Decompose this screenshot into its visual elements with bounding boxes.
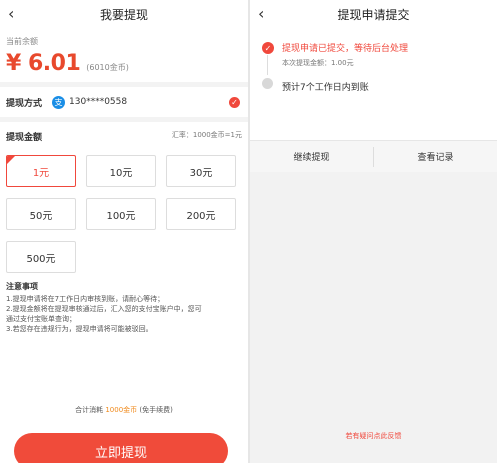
feedback-link[interactable]: 若有疑问点此反馈 bbox=[250, 431, 497, 441]
amount-option-200[interactable]: 200元 bbox=[166, 198, 236, 230]
balance-amount: ¥ 6.01 bbox=[6, 51, 81, 76]
notes-line: 2.提现金额将在提现审核通过后，汇入您的支付宝账户中，您可 bbox=[6, 305, 202, 313]
back-icon[interactable]: ‹ bbox=[258, 4, 264, 23]
amount-option-30[interactable]: 30元 bbox=[166, 155, 236, 187]
footer: 合计消耗 1000金币 (免手续费) 立即提现 bbox=[0, 405, 248, 463]
continue-withdraw-button[interactable]: 继续提现 bbox=[250, 141, 373, 172]
total-cost: 合计消耗 1000金币 (免手续费) bbox=[0, 405, 248, 415]
amount-option-10[interactable]: 10元 bbox=[86, 155, 156, 187]
withdraw-method-row[interactable]: 提现方式 支 130****0558 ✓ bbox=[0, 87, 248, 117]
method-label: 提现方式 bbox=[6, 98, 43, 109]
pending-circle-icon bbox=[262, 78, 273, 89]
amount-header: 提现金额 汇率：1000金币=1元 bbox=[0, 122, 248, 143]
amount-option-500[interactable]: 500元 bbox=[6, 241, 76, 273]
page-title: 提现申请提交 bbox=[337, 7, 410, 22]
balance-label: 当前余额 bbox=[6, 37, 38, 46]
step-submitted: 提现申请已提交，等待后台处理 bbox=[282, 44, 409, 54]
progress-section: ✓ 提现申请已提交，等待后台处理 本次提现金额：1.00元 预计7个工作日内到账 bbox=[250, 28, 497, 140]
back-icon[interactable]: ‹ bbox=[8, 4, 14, 23]
total-suffix: (免手续费) bbox=[139, 406, 173, 414]
progress-steps: ✓ 提现申请已提交，等待后台处理 本次提现金额：1.00元 预计7个工作日内到账 bbox=[260, 38, 487, 93]
amount-option-1[interactable]: 1元 bbox=[6, 155, 76, 187]
nav-bar: ‹ 提现申请提交 bbox=[250, 0, 497, 28]
page-title: 我要提现 bbox=[99, 7, 148, 22]
notes-line: 1.提现申请将在7工作日内审核到账，请耐心等待； bbox=[6, 295, 165, 303]
step-arrival: 预计7个工作日内到账 bbox=[282, 83, 369, 93]
notes-line: 3.若您存在违规行为，提现申请将可能被驳回。 bbox=[6, 325, 153, 333]
balance-section: 当前余额 ¥ 6.01 (6010金币) bbox=[0, 28, 248, 82]
withdraw-button[interactable]: 立即提现 bbox=[14, 433, 228, 463]
total-prefix: 合计消耗 bbox=[75, 406, 104, 414]
nav-bar: ‹ 我要提现 bbox=[0, 0, 248, 28]
amount-label: 提现金额 bbox=[6, 133, 43, 143]
action-buttons: 继续提现 查看记录 bbox=[250, 140, 497, 172]
notes-line: 通过支付宝账单查询； bbox=[6, 315, 76, 323]
amount-options: 1元 10元 30元 50元 100元 200元 500元 bbox=[0, 143, 248, 281]
view-records-button[interactable]: 查看记录 bbox=[374, 141, 497, 172]
step-amount: 本次提现金额：1.00元 bbox=[282, 59, 354, 67]
checkmark-icon: ✓ bbox=[229, 96, 240, 108]
amount-option-50[interactable]: 50元 bbox=[6, 198, 76, 230]
amount-option-100[interactable]: 100元 bbox=[86, 198, 156, 230]
withdraw-screen: ‹ 我要提现 当前余额 ¥ 6.01 (6010金币) 提现方式 支 130**… bbox=[0, 0, 248, 463]
notes-section: 注意事项 1.提现申请将在7工作日内审核到账，请耐心等待； 2.提现金额将在提现… bbox=[0, 281, 248, 334]
submitted-screen: ‹ 提现申请提交 ✓ 提现申请已提交，等待后台处理 本次提现金额：1.00元 预… bbox=[250, 0, 497, 463]
exchange-rate: 汇率：1000金币=1元 bbox=[171, 131, 242, 139]
balance-coins: (6010金币) bbox=[86, 63, 129, 72]
total-value: 1000金币 bbox=[105, 406, 138, 414]
check-circle-icon: ✓ bbox=[262, 42, 274, 54]
account-number: 130****0558 bbox=[69, 97, 128, 107]
progress-line bbox=[267, 55, 268, 75]
alipay-icon: 支 bbox=[52, 95, 66, 109]
notes-title: 注意事项 bbox=[6, 282, 38, 291]
